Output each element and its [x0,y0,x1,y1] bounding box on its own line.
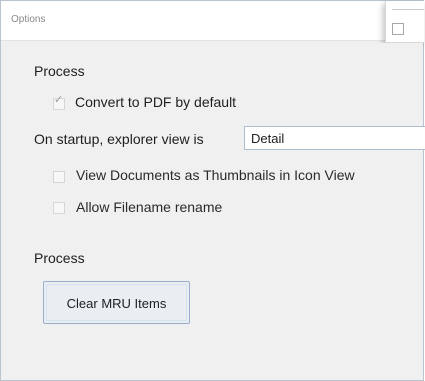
window-title: Options [11,14,46,25]
options-window: Options Process ✓ Convert to PDF by defa… [0,0,425,381]
overlay-checkbox-icon [392,23,404,35]
rename-checkbox[interactable] [53,202,65,214]
rename-label: Allow Filename rename [76,199,223,215]
clear-mru-button-label: Clear MRU Items [66,296,167,311]
overlay-divider-top [392,9,424,10]
convert-pdf-checkbox[interactable]: ✓ [53,94,65,110]
options-content: Process ✓ Convert to PDF by default On s… [9,43,425,374]
overlapping-window-fragment [385,1,424,43]
startup-view-value: Detail [251,131,285,146]
clear-mru-button[interactable]: Clear MRU Items [43,281,190,324]
convert-pdf-label: Convert to PDF by default [75,94,237,110]
startup-view-dropdown[interactable]: Detail [244,126,425,150]
checkmark-icon: ✓ [54,94,64,106]
options-stage: Options Process ✓ Convert to PDF by defa… [0,0,425,381]
thumbnails-label: View Documents as Thumbnails in Icon Vie… [76,167,355,183]
thumbnails-checkbox[interactable] [53,171,65,183]
section-title-process-top: Process [34,63,85,79]
section-title-process-bottom: Process [34,250,85,266]
startup-view-label: On startup, explorer view is [34,131,204,147]
title-bar: Options [1,1,423,41]
